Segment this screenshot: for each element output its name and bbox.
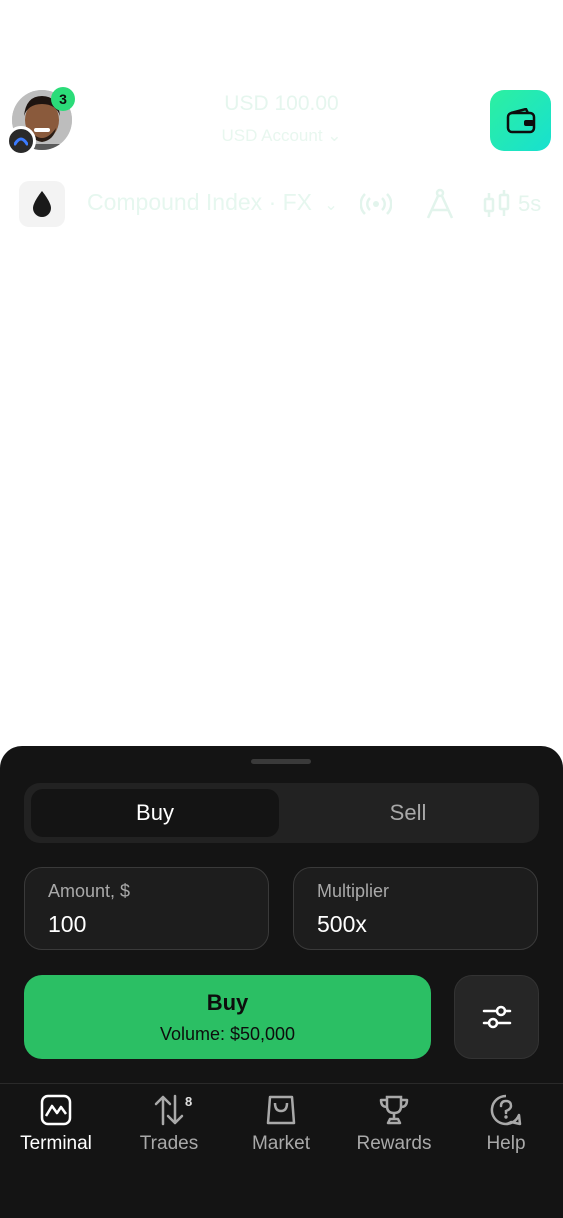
buy-sell-toggle: Buy Sell [24, 783, 539, 843]
signals-button[interactable] [360, 188, 392, 220]
nav-help[interactable]: Help [450, 1094, 562, 1155]
account-balance: USD 100.00 [224, 92, 339, 115]
help-icon [490, 1094, 522, 1126]
trades-icon [154, 1094, 184, 1126]
nav-rewards-label: Rewards [356, 1133, 432, 1154]
sheet-handle[interactable] [251, 759, 311, 764]
timeframe-value: 5s [518, 191, 542, 216]
amount-field[interactable]: Amount, $ 100 [24, 867, 269, 950]
buy-button-title: Buy [206, 989, 249, 1015]
wallet-button[interactable] [490, 90, 551, 151]
multiplier-value[interactable]: 500x [317, 911, 367, 938]
asset-icon[interactable] [19, 181, 65, 227]
multiplier-label: Multiplier [317, 881, 390, 901]
instrument-selector[interactable]: Compound Index · FX ⌄ [87, 189, 338, 216]
tab-sell[interactable]: Sell [284, 789, 532, 837]
nav-market[interactable]: Market [225, 1094, 337, 1155]
drop-icon [33, 191, 51, 217]
amount-label: Amount, $ [48, 881, 131, 901]
rewards-icon [379, 1095, 409, 1125]
account-selector[interactable]: USD Account ⌄ [150, 126, 413, 146]
trade-panel: Buy Sell Amount, $ 100 Multiplier 500x B… [0, 746, 563, 1218]
tab-buy[interactable]: Buy [31, 789, 279, 837]
notification-badge: 3 [51, 87, 75, 111]
bottom-nav: Terminal 8 Trades Market Rewards Help [0, 1083, 563, 1218]
nav-terminal[interactable]: Terminal [0, 1094, 112, 1155]
terminal-icon [40, 1094, 72, 1126]
compass-icon [426, 188, 454, 219]
chevron-down-icon: ⌄ [324, 197, 338, 214]
buy-button-volume: Volume: $50,000 [159, 1023, 296, 1044]
sliders-icon [482, 1005, 511, 1029]
candles-icon [483, 190, 510, 217]
instrument-name: Compound Index · FX [87, 189, 313, 215]
app-root: 3 USD 100.00 USD Account ⌄ Compound Inde… [0, 0, 563, 1218]
timeframe-button[interactable]: 5s [482, 188, 541, 220]
drawing-tools-button[interactable] [424, 188, 456, 220]
account-label: USD Account [221, 126, 323, 145]
chevron-down-icon: ⌄ [327, 126, 342, 145]
nav-trades-label: Trades [139, 1133, 199, 1154]
amount-value[interactable]: 100 [48, 911, 86, 938]
broadcast-icon [360, 193, 392, 215]
trade-settings-button[interactable] [454, 975, 539, 1059]
market-icon [266, 1095, 296, 1125]
nav-market-label: Market [251, 1133, 311, 1154]
account-type-icon [6, 126, 36, 156]
nav-trades[interactable]: 8 Trades [113, 1094, 225, 1155]
multiplier-field[interactable]: Multiplier 500x [293, 867, 538, 950]
trades-count-badge: 8 [185, 1094, 193, 1109]
nav-rewards[interactable]: Rewards [338, 1094, 450, 1155]
buy-button[interactable]: Buy Volume: $50,000 [24, 975, 431, 1059]
nav-terminal-label: Terminal [20, 1133, 92, 1154]
wallet-icon [506, 107, 535, 133]
nav-help-label: Help [486, 1133, 526, 1154]
